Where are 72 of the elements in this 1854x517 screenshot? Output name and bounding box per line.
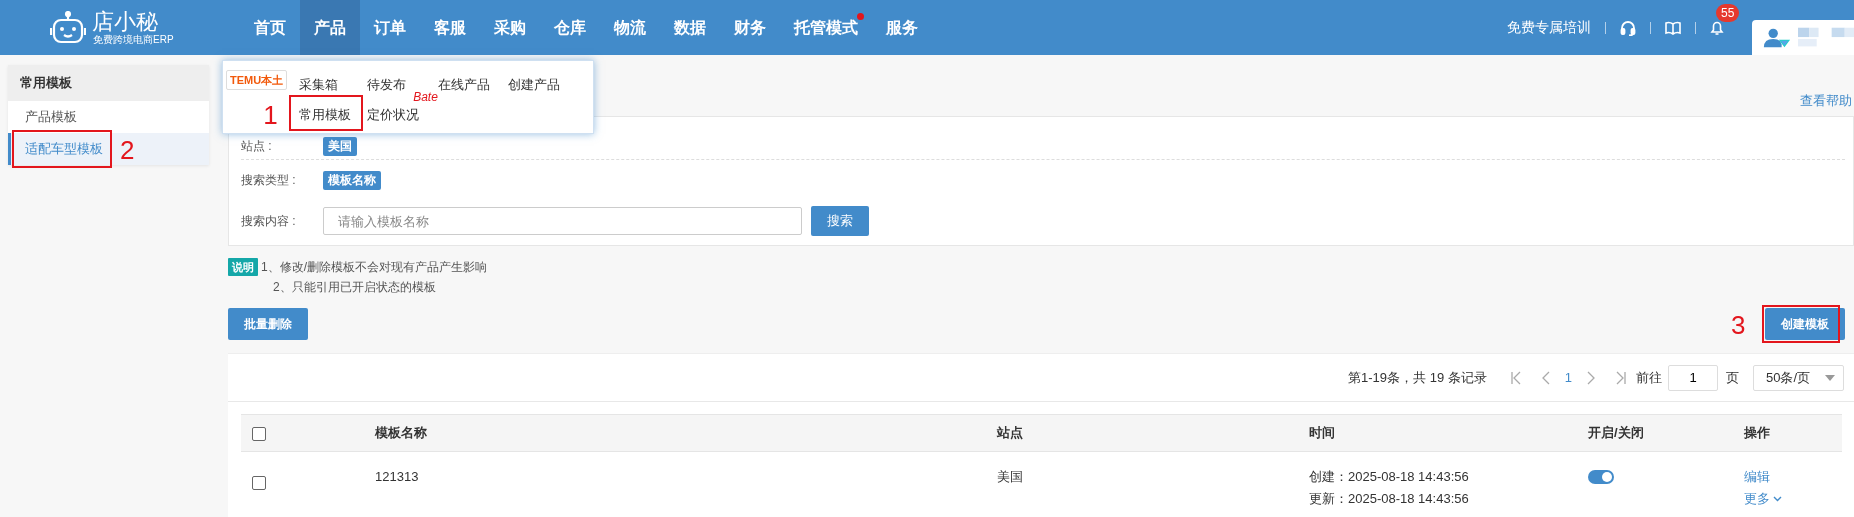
caret-icon	[1825, 374, 1835, 381]
sidebar-item[interactable]: 产品模板	[8, 101, 209, 133]
nav-tab[interactable]: 采购	[480, 0, 540, 55]
filter-label: 站点 :	[241, 137, 273, 155]
select-all-checkbox[interactable]	[252, 426, 266, 441]
note-text: 2、只能引用已开启状态的模板	[272, 279, 437, 296]
menu-item[interactable]: 采集箱	[293, 72, 345, 98]
nav-tab[interactable]: 订单	[360, 0, 420, 55]
filter-label: 搜索内容 :	[241, 212, 297, 230]
menu-item[interactable]: 常用模板	[293, 102, 358, 128]
column-header: 模板名称	[363, 414, 985, 452]
nav-tab[interactable]: 物流	[600, 0, 660, 55]
first-page-icon[interactable]	[1510, 370, 1521, 385]
note-badge: 说明	[228, 258, 258, 276]
note-text: 1、修改/删除模板不会对现有产品产生影响	[261, 259, 488, 276]
table-cell: 美国	[985, 451, 1297, 517]
next-page-icon[interactable]	[1586, 370, 1596, 385]
nav-tab[interactable]: 数据	[660, 0, 720, 55]
created-time: 创建：2025-08-18 14:43:56	[1309, 468, 1470, 486]
page-size-value: 50条/页	[1766, 368, 1811, 387]
training-link[interactable]: 免费专属培训	[1507, 18, 1591, 37]
book-icon[interactable]	[1665, 20, 1681, 35]
robot-logo-icon	[50, 10, 86, 45]
notification-badge: 55	[1716, 3, 1740, 22]
filter-tag[interactable]: 美国	[323, 136, 357, 156]
nav-tab[interactable]: 客服	[420, 0, 480, 55]
nav-tab[interactable]: 服务	[872, 0, 932, 55]
column-header: 开启/关闭	[1576, 414, 1732, 452]
annotation-number: 3	[1731, 312, 1746, 338]
filter-label: 搜索类型 :	[241, 171, 297, 189]
version-tag: Bate	[413, 90, 438, 104]
menu-item[interactable]: 待发布	[361, 72, 413, 98]
headset-icon[interactable]	[1620, 19, 1636, 36]
panel-title: 常用模板	[8, 65, 209, 101]
page-unit: 页	[1726, 368, 1739, 387]
nav-tab[interactable]: 产品	[300, 0, 360, 55]
page-input[interactable]: 1	[1668, 364, 1718, 391]
nav-tab[interactable]: 仓库	[540, 0, 600, 55]
nav-tab[interactable]: 财务	[720, 0, 780, 55]
annotation-number: 1	[263, 102, 278, 128]
edit-link[interactable]: 编辑	[1744, 466, 1770, 488]
table-cell: 121313	[363, 451, 985, 517]
chevron-down-icon	[1773, 496, 1782, 502]
last-page-icon[interactable]	[1616, 370, 1626, 385]
search-button[interactable]: 搜索	[811, 206, 869, 236]
column-header: 操作	[1732, 414, 1842, 452]
updated-time: 更新：2025-08-18 14:43:56	[1309, 490, 1470, 508]
bulk-delete-button[interactable]: 批量删除	[228, 308, 308, 340]
create-template-button[interactable]: 创建模板	[1765, 308, 1845, 340]
search-field[interactable]: 请输入模板名称	[323, 207, 802, 235]
bell-icon[interactable]	[1710, 19, 1724, 36]
toggle-switch[interactable]	[1588, 470, 1614, 484]
record-summary: 第1-19条，共 19 条记录	[1348, 368, 1487, 387]
filter-tag[interactable]: 模板名称	[323, 170, 381, 190]
goto-label: 前往	[1636, 368, 1662, 387]
app-tagline: 免费跨境电商ERP	[93, 33, 174, 46]
more-link[interactable]: 更多	[1744, 488, 1782, 510]
help-link[interactable]: 查看帮助	[1800, 92, 1854, 116]
previous-page-icon[interactable]	[1540, 370, 1551, 385]
page-number[interactable]: 1	[1564, 370, 1572, 385]
menu-item[interactable]: 创建产品	[502, 72, 567, 98]
menu-item[interactable]: 定价状况	[361, 102, 426, 128]
row-checkbox[interactable]	[252, 475, 266, 490]
user-menu[interactable]	[1752, 20, 1854, 55]
page-size-select[interactable]: 50条/页	[1753, 364, 1844, 391]
annotation-number: 2	[120, 137, 135, 163]
nav-tab[interactable]: 首页	[240, 0, 300, 55]
platform-logo[interactable]: TEMU本土	[226, 70, 288, 90]
app-name: 店小秘	[92, 9, 159, 34]
column-header: 时间	[1297, 414, 1576, 452]
nav-tab[interactable]: 托管模式	[780, 0, 872, 55]
column-header: 站点	[985, 414, 1297, 452]
